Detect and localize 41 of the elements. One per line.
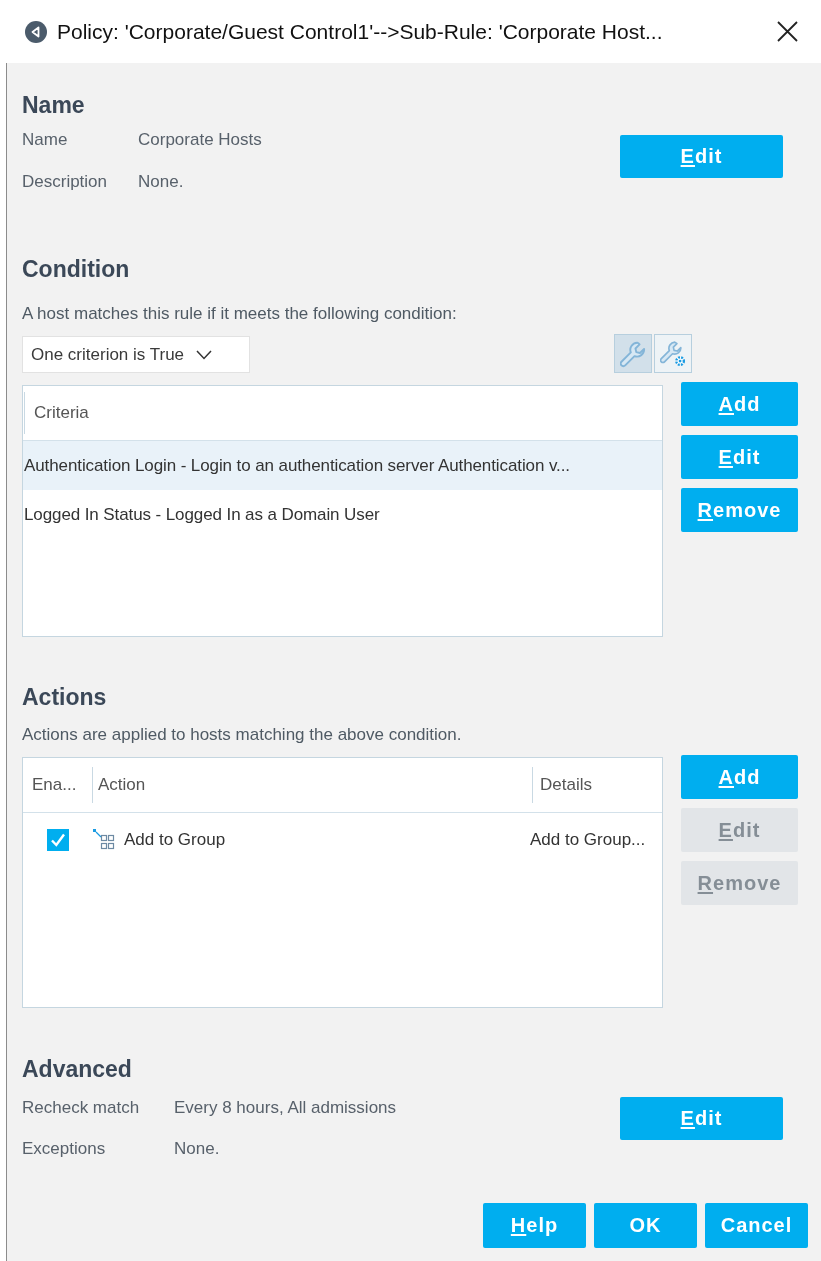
column-header[interactable]: Details (532, 767, 662, 803)
column-header[interactable]: Action (92, 767, 532, 803)
push-button[interactable]: Edit (620, 1097, 783, 1140)
section-description: A host matches this rule if it meets the following condition: (22, 304, 458, 324)
column-header[interactable]: Ena... (23, 767, 92, 803)
push-button[interactable]: Add (681, 755, 798, 799)
chevron-down-icon (196, 349, 213, 360)
criteria-row[interactable]: Authentication Login - Login to an authentication server Authentication v... (23, 441, 662, 490)
column-header[interactable]: Criteria (24, 392, 89, 434)
push-button[interactable]: Remove (681, 488, 798, 532)
push-button[interactable]: Edit (620, 135, 783, 178)
enabled-checkbox[interactable] (46, 829, 69, 851)
field-label: Recheck match (22, 1097, 141, 1118)
push-button[interactable]: Edit (681, 435, 798, 479)
push-button[interactable]: Add (681, 382, 798, 426)
view-toggle-button[interactable] (614, 334, 652, 373)
field-value: Every 8 hours, All admissions (174, 1097, 397, 1118)
window-title: Policy: 'Corporate/Guest Control1'-->Sub-Rule: 'Corporate Host... (57, 19, 663, 44)
section-description: Actions are applied to hosts matching the above condition. (22, 725, 463, 745)
push-button[interactable]: OK (594, 1203, 697, 1248)
action-name: Add to Group (124, 830, 226, 850)
field-value: None. (138, 172, 185, 192)
view-toggle-button[interactable] (654, 334, 692, 373)
app-icon (25, 20, 47, 43)
field-value: Corporate Hosts (138, 130, 262, 150)
section-heading: Advanced (22, 1055, 133, 1083)
match-dropdown[interactable]: One criterion is True (22, 336, 250, 373)
wrench-icon (620, 339, 646, 368)
wrench-gear-icon (660, 339, 686, 368)
section-heading: Actions (22, 683, 108, 711)
field-value: None. (174, 1138, 221, 1159)
push-button[interactable]: Help (483, 1203, 586, 1248)
section-heading: Name (22, 91, 86, 119)
section-heading: Condition (22, 255, 131, 283)
close-icon[interactable] (777, 21, 798, 42)
group-grid-icon (93, 829, 115, 851)
field-label: Exceptions (22, 1138, 107, 1159)
push-button[interactable]: Cancel (705, 1203, 808, 1248)
action-details: Add to Group... (530, 830, 647, 850)
field-label: Name (22, 130, 69, 150)
field-label: Description (22, 172, 109, 192)
